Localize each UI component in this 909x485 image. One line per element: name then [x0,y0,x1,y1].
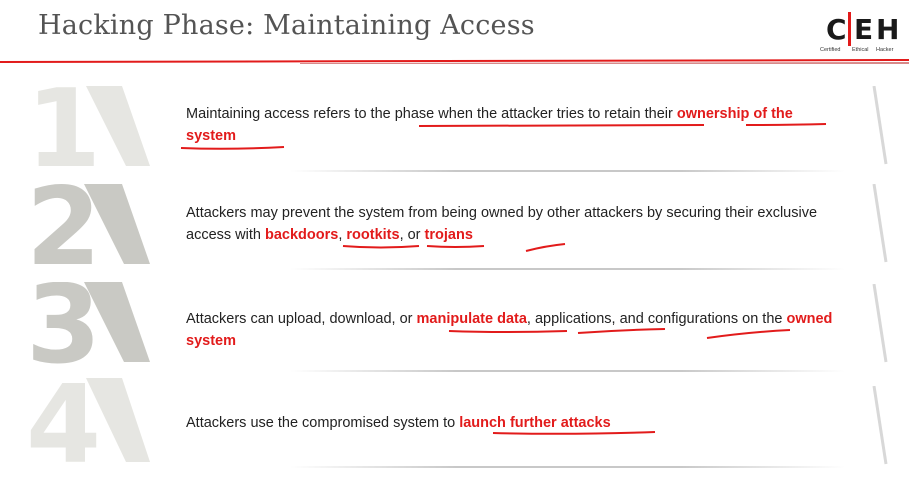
logo-caption-3: Hacker [876,47,894,53]
highlighted-phrase: rootkits [346,227,400,243]
logo-letter-e: E [854,13,873,46]
body-text: , or [399,227,425,243]
list-item-2: Attackers may prevent the system from be… [186,202,836,246]
side-slash-3 [872,284,888,363]
row-divider-3 [290,370,845,372]
underline-backdoors [342,245,420,249]
highlighted-phrase: trojans [424,227,473,243]
body-text: Attackers use the compromised system to [186,415,460,431]
page-title: Hacking Phase: Maintaining Access [38,10,535,41]
header-divider [0,59,909,64]
body-text: Attackers can upload, download, or [186,311,417,327]
logo-divider [848,12,851,46]
row-divider-2 [290,268,845,270]
side-slash-1 [872,86,888,165]
side-slash-4 [872,386,888,465]
ceh-logo: C E H Certified Ethical Hacker [820,12,899,53]
numeral-3-text: 3 [26,282,101,377]
body-text: Maintaining access refers to the phase w… [186,106,677,122]
numeral-2-text: 2 [26,184,101,279]
list-item-1: Maintaining access refers to the phase w… [186,103,836,147]
highlighted-phrase: manipulate data [416,311,527,327]
logo-caption-2: Ethical [852,47,869,53]
row-divider-1 [290,170,845,172]
numeral-1-icon: 1 [26,86,150,181]
list-item-4: Attackers use the compromised system to … [186,412,836,434]
numeral-4-icon: 4 [26,378,150,473]
numeral-4-text: 4 [26,378,101,473]
logo-letter-h: H [876,13,899,46]
body-text: , applications, and configurations on th… [526,311,787,327]
numeral-3-icon: 3 [26,282,150,377]
list-item-3: Attackers can upload, download, or manip… [186,308,836,352]
numeral-1-text: 1 [26,86,101,181]
row-divider-4 [290,466,845,468]
logo-caption-1: Certified [820,47,840,53]
numeral-2-icon: 2 [26,184,150,279]
underline-system [180,146,285,150]
highlighted-phrase: backdoors [264,227,339,243]
highlighted-phrase: launch further attacks [459,415,611,431]
logo-letter-c: C [826,13,847,46]
underline-rootkits [426,245,485,248]
side-slash-2 [872,184,888,263]
